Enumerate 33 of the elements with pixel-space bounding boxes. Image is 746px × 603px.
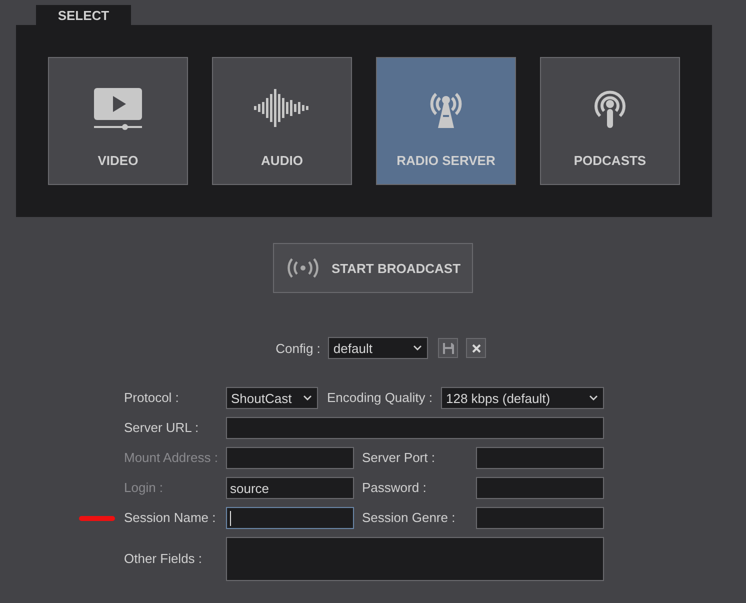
config-label: Config : [276, 340, 320, 356]
field-label: Mount Address : [124, 450, 218, 465]
save-button[interactable] [438, 338, 458, 358]
chevron-icon [413, 345, 422, 351]
config-select[interactable]: default [328, 337, 428, 359]
input-field[interactable] [476, 507, 604, 529]
source-tile[interactable]: AUDIO [212, 57, 352, 185]
protocol-select[interactable]: ShoutCast [226, 387, 318, 409]
chevron-icon [303, 395, 312, 401]
field-label: Session Genre : [362, 510, 456, 525]
delete-button[interactable] [466, 338, 486, 358]
source-tile[interactable]: PODCASTS [540, 57, 680, 185]
field-label: Session Name : [124, 510, 216, 525]
field-label: Protocol : [124, 390, 179, 405]
input-field[interactable] [226, 507, 354, 529]
field-label: Server URL : [124, 420, 199, 435]
input-field[interactable] [476, 447, 604, 469]
input-field[interactable] [226, 417, 604, 439]
sound-wave-icon [254, 86, 310, 130]
text-area[interactable] [226, 537, 604, 581]
start-broadcast-button[interactable]: START BROADCAST [273, 243, 473, 293]
field-label: Server Port : [362, 450, 435, 465]
field-label: Other Fields : [124, 551, 202, 566]
input-field[interactable] [476, 477, 604, 499]
source-tile[interactable]: VIDEO [48, 57, 188, 185]
select-tab[interactable]: SELECT [36, 5, 131, 25]
field-label: Password : [362, 480, 426, 495]
chevron-icon [589, 395, 598, 401]
broadcast-icon [285, 257, 322, 279]
close-icon [472, 344, 481, 352]
field-label: Encoding Quality : [327, 390, 433, 405]
quality-select[interactable]: 128 kbps (default) [441, 387, 604, 409]
field-label: Login : [124, 480, 164, 495]
